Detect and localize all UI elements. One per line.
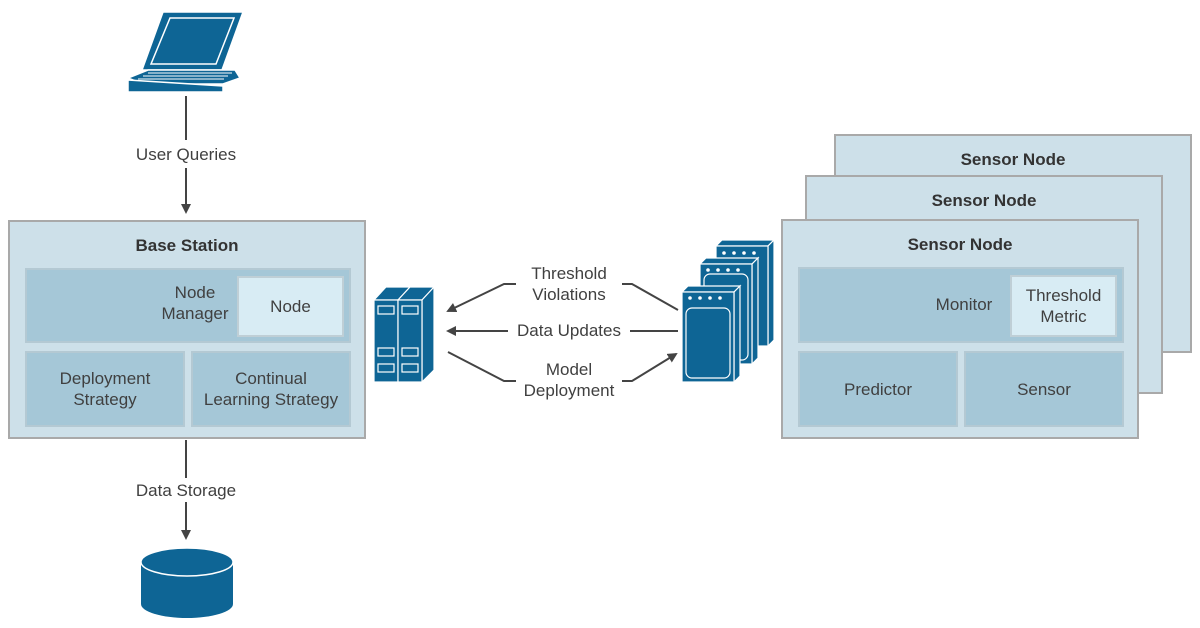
sensor-device-stack-icon: [680, 238, 776, 384]
base-station-title: Base Station: [135, 236, 239, 255]
sensor: Sensor: [964, 351, 1124, 427]
model-deployment-line1: Model: [545, 360, 593, 379]
node-manager-label-line2: Manager: [161, 304, 229, 323]
threshold-violations-line2: Violations: [532, 285, 606, 304]
continual-learning-strategy: Continual Learning Strategy: [191, 351, 351, 427]
laptop-icon: [125, 11, 245, 93]
node: Node: [237, 276, 344, 337]
threshold-metric-line2: Metric: [1040, 307, 1087, 326]
data-updates-label: Data Updates: [508, 320, 630, 341]
sensor-device-front: [680, 284, 742, 384]
server-rack-icon: [372, 285, 436, 384]
predictor: Predictor: [798, 351, 958, 427]
model-deployment-label: Model Deployment: [516, 359, 622, 401]
user-queries-label: User Queries: [126, 144, 246, 165]
sensor-node-middle-title: Sensor Node: [931, 191, 1037, 210]
monitor: Monitor Threshold Metric: [798, 267, 1124, 343]
deployment-strategy-line1: Deployment: [59, 369, 151, 388]
database-icon: [140, 547, 234, 618]
continual-learning-strategy-line1: Continual: [235, 369, 307, 388]
threshold-metric-line1: Threshold: [1025, 286, 1102, 305]
threshold-violations-label: Threshold Violations: [516, 263, 622, 305]
monitor-label: Monitor: [935, 295, 993, 314]
base-station: Base Station Node Manager Node Deploymen…: [8, 220, 366, 439]
threshold-metric: Threshold Metric: [1010, 275, 1117, 337]
threshold-violations-line1: Threshold: [531, 264, 607, 283]
sensor-node-front: Sensor Node Monitor Threshold Metric Pre…: [781, 219, 1139, 439]
node-manager-label-line1: Node: [174, 283, 216, 302]
sensor-node-front-title: Sensor Node: [907, 235, 1013, 254]
node-manager-label: Node Manager: [153, 282, 237, 324]
data-storage-label: Data Storage: [126, 480, 246, 501]
deployment-strategy: Deployment Strategy: [25, 351, 185, 427]
model-deployment-line2: Deployment: [523, 381, 615, 400]
deployment-strategy-line2: Strategy: [73, 390, 137, 409]
continual-learning-strategy-line2: Learning Strategy: [203, 390, 339, 409]
sensor-node-back-title: Sensor Node: [960, 150, 1066, 169]
node-manager: Node Manager Node: [25, 268, 351, 343]
